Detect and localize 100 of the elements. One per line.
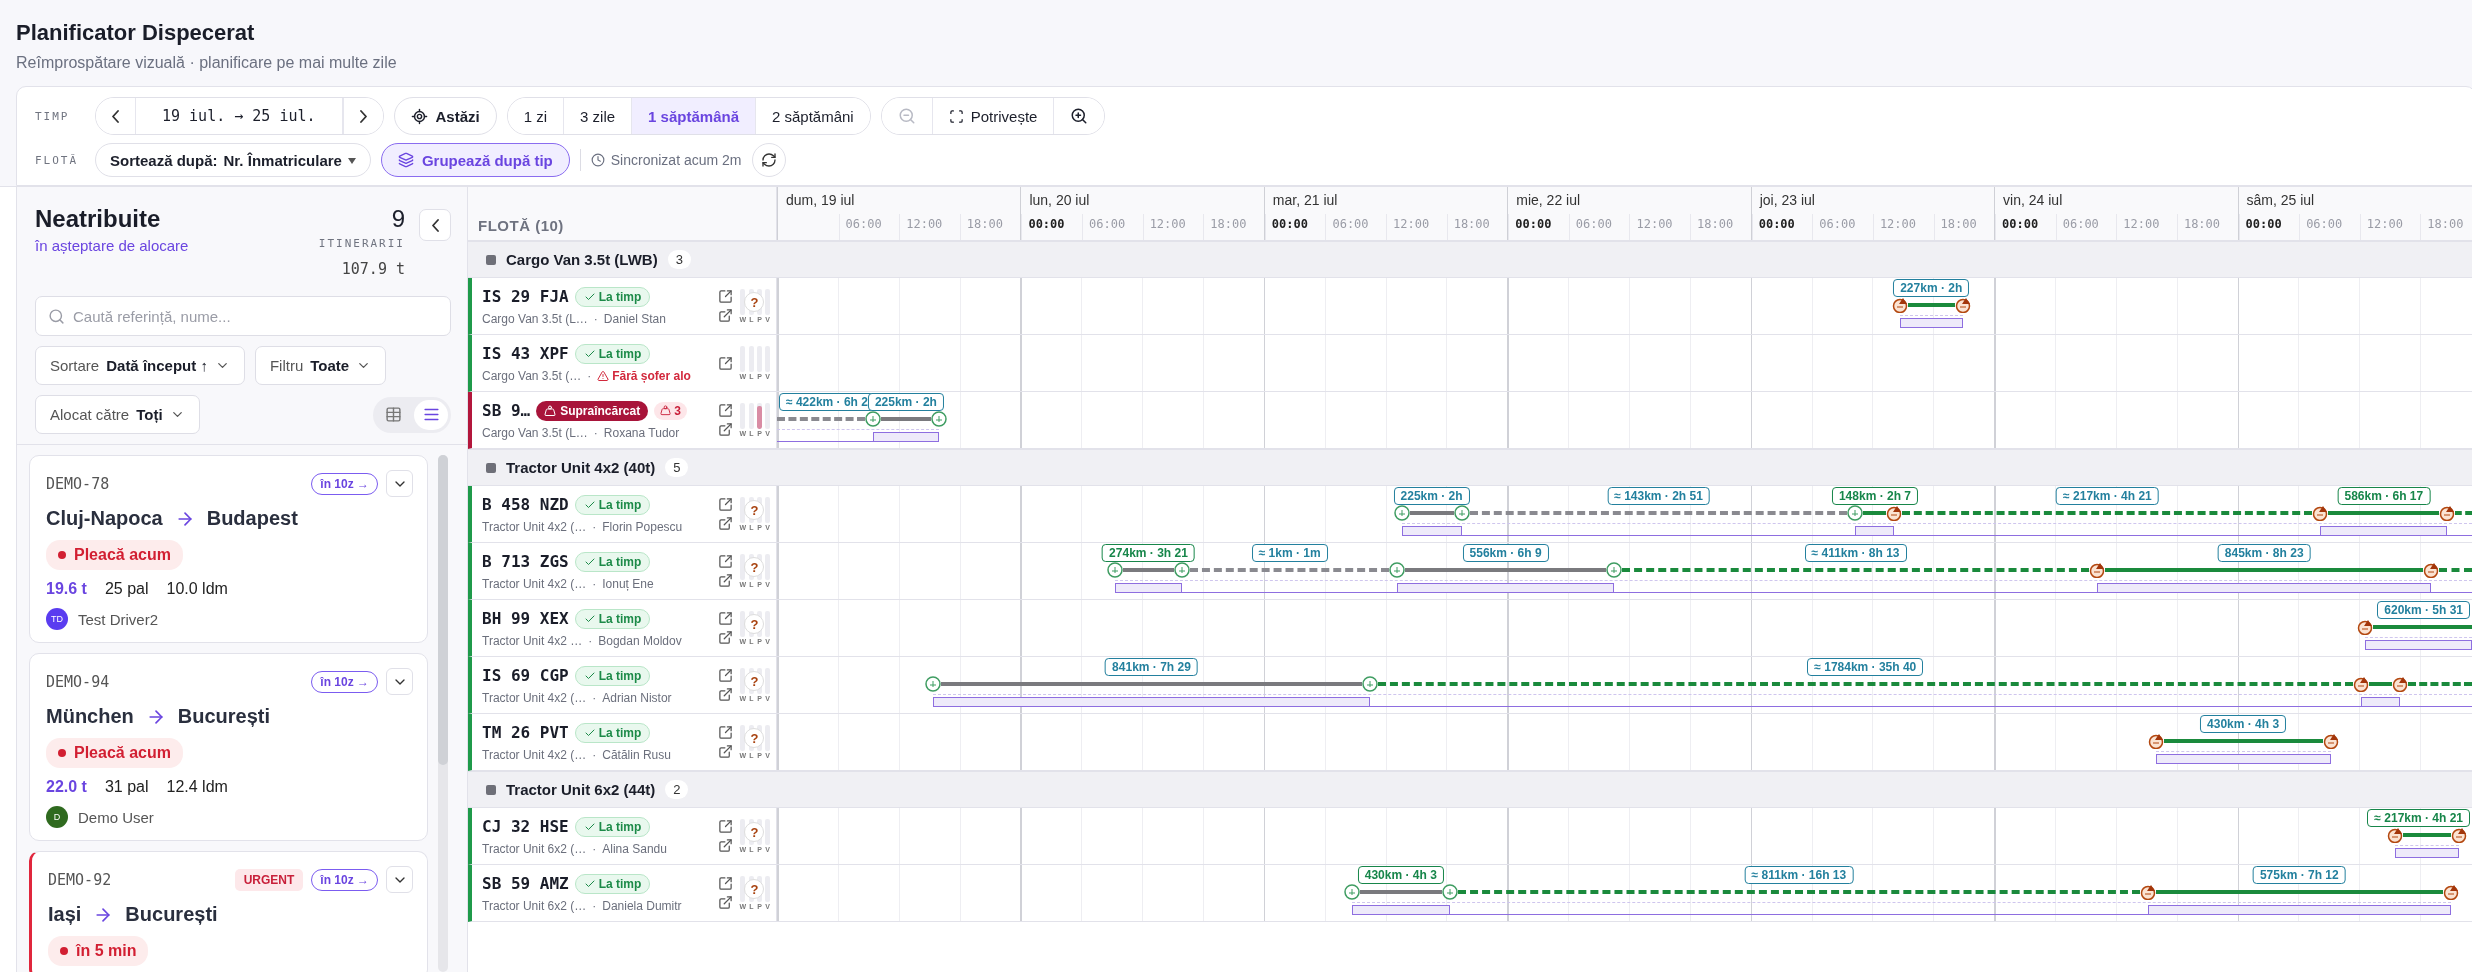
vehicle-link-icon[interactable] bbox=[718, 668, 734, 683]
span-tab[interactable]: 1 săptămână bbox=[631, 98, 755, 134]
page-title: Planificator Dispecerat bbox=[16, 20, 256, 46]
stop-marker[interactable] bbox=[931, 411, 948, 427]
transfer-line[interactable] bbox=[1457, 890, 2140, 894]
day-label: mar, 21 iul bbox=[1271, 191, 1339, 210]
driver-link-icon[interactable] bbox=[718, 516, 734, 531]
stop-marker[interactable] bbox=[1173, 562, 1190, 578]
zoom-in-button[interactable] bbox=[1053, 98, 1105, 134]
driver-link-icon[interactable] bbox=[718, 573, 734, 588]
vehicle-link-icon[interactable] bbox=[718, 355, 734, 371]
warning-stop-marker[interactable] bbox=[2322, 733, 2339, 749]
transfer-line[interactable] bbox=[2439, 568, 2472, 572]
transfer-line[interactable] bbox=[1469, 511, 1848, 515]
warning-stop-marker[interactable] bbox=[2089, 562, 2106, 578]
transfer-line[interactable] bbox=[1189, 568, 1390, 572]
warning-stop-marker[interactable] bbox=[2423, 562, 2440, 578]
hour-tick: 00:00 bbox=[2238, 214, 2300, 240]
vehicle-group-header[interactable]: Tractor Unit 6x2 (44t) 2 bbox=[468, 771, 2472, 808]
stop-marker[interactable] bbox=[1847, 505, 1864, 521]
group-icon bbox=[486, 784, 496, 795]
warning-stop-marker[interactable] bbox=[2439, 505, 2456, 521]
transfer-line[interactable] bbox=[1902, 511, 2313, 515]
warning-stop-marker[interactable] bbox=[2147, 733, 2164, 749]
filter-dropdown[interactable]: Alocat către Toți bbox=[35, 395, 200, 434]
vehicle-link-icon[interactable] bbox=[718, 876, 734, 891]
stop-marker[interactable] bbox=[1361, 676, 1378, 692]
vehicle-type: Tractor Unit 4x2 (… bbox=[482, 519, 587, 534]
expand-button[interactable] bbox=[386, 470, 413, 497]
vehicle-link-icon[interactable] bbox=[718, 611, 734, 626]
departure-status: Pleacă acum bbox=[46, 540, 183, 570]
zoom-in-icon bbox=[1070, 107, 1089, 125]
warning-stop-marker[interactable] bbox=[2353, 676, 2369, 692]
vehicle-link-icon[interactable] bbox=[718, 289, 734, 304]
warning-stop-marker[interactable] bbox=[1891, 297, 1908, 313]
vehicle-link-icon[interactable] bbox=[718, 497, 734, 512]
warning-stop-marker[interactable] bbox=[2357, 619, 2374, 635]
transfer-line[interactable] bbox=[1621, 568, 2090, 572]
panel-title: Neatribuite bbox=[35, 205, 162, 233]
stop-marker[interactable] bbox=[925, 676, 942, 692]
stop-marker[interactable] bbox=[1393, 505, 1410, 521]
transfer-line[interactable] bbox=[2407, 682, 2472, 686]
refresh-button[interactable] bbox=[751, 143, 786, 177]
warning-stop-marker[interactable] bbox=[2386, 827, 2403, 843]
overloaded-badge: Supraîncărcat bbox=[536, 400, 649, 421]
collapse-button[interactable] bbox=[419, 209, 451, 241]
stop-marker[interactable] bbox=[1605, 562, 1622, 578]
driver-link-icon[interactable] bbox=[718, 687, 734, 702]
eta-badge[interactable]: în 10z → bbox=[311, 868, 378, 891]
expand-button[interactable] bbox=[386, 866, 413, 893]
expand-button[interactable] bbox=[386, 668, 413, 695]
driver-name: Roxana Tudor bbox=[603, 425, 680, 440]
driver-link-icon[interactable] bbox=[718, 308, 734, 323]
warning-stop-marker[interactable] bbox=[2312, 505, 2329, 521]
today-button[interactable]: Astăzi bbox=[393, 97, 497, 135]
scrollbar[interactable] bbox=[438, 455, 448, 972]
list-view-button[interactable] bbox=[414, 399, 448, 430]
warning-stop-marker[interactable] bbox=[1954, 297, 1971, 313]
warning-stop-marker[interactable] bbox=[1886, 505, 1903, 521]
search-input[interactable]: Caută referință, nume... bbox=[73, 297, 438, 335]
unknown-marker: ? bbox=[744, 822, 765, 842]
search-field[interactable]: Caută referință, nume... bbox=[35, 296, 451, 336]
sort-select[interactable]: Sortează după: Nr. Înmatriculare bbox=[95, 143, 371, 177]
vehicle-link-icon[interactable] bbox=[718, 403, 734, 418]
next-button[interactable] bbox=[342, 98, 383, 134]
eta-badge[interactable]: în 10z → bbox=[311, 472, 378, 495]
transfer-line[interactable] bbox=[2455, 511, 2472, 515]
route-label: 575km · 7h 12 bbox=[2252, 866, 2346, 884]
stop-marker[interactable] bbox=[1441, 884, 1458, 900]
filter-dropdown[interactable]: Filtru Toate bbox=[254, 346, 387, 385]
filter-dropdown[interactable]: Sortare Dată început ↑ bbox=[35, 346, 245, 385]
vehicle-link-icon[interactable] bbox=[718, 554, 734, 569]
driver-link-icon[interactable] bbox=[718, 895, 734, 910]
stop-marker[interactable] bbox=[864, 411, 881, 427]
driver-link-icon[interactable] bbox=[718, 744, 734, 759]
driver-link-icon[interactable] bbox=[718, 630, 734, 645]
route-label: 274km · 3h 21 bbox=[1102, 544, 1195, 562]
stop-marker[interactable] bbox=[1389, 562, 1406, 578]
warning-stop-marker[interactable] bbox=[2391, 676, 2408, 692]
driver-link-icon[interactable] bbox=[718, 838, 734, 853]
warning-stop-marker[interactable] bbox=[2442, 884, 2459, 900]
vehicle-group-header[interactable]: Cargo Van 3.5t (LWB) 3 bbox=[468, 241, 2472, 278]
load-bar bbox=[2361, 697, 2400, 706]
transfer-line[interactable] bbox=[1377, 682, 2353, 686]
vehicle-link-icon[interactable] bbox=[718, 819, 734, 834]
trip-card[interactable]: DEMO-92 URGENT în 10z → Iași București în 5 min bbox=[29, 851, 428, 972]
trip-card[interactable]: DEMO-94 în 10z → München București Pleacă acum 22.0 t 31 pal 12.4 ldm D Demo User bbox=[29, 653, 428, 841]
stop-marker[interactable] bbox=[1107, 562, 1124, 578]
warning-stop-marker[interactable] bbox=[2140, 884, 2156, 900]
transfer-line[interactable] bbox=[777, 417, 865, 421]
trip-card[interactable]: DEMO-78 în 10z → Cluj-Napoca Budapest Pleacă acum 19.6 t 25 pal 10.0 ldm TD Test Driver2 bbox=[29, 455, 428, 643]
driver-link-icon[interactable] bbox=[718, 422, 734, 437]
warning-stop-marker[interactable] bbox=[2451, 827, 2467, 843]
group-by-type-toggle[interactable]: Grupează după tip bbox=[380, 143, 570, 177]
vehicle-link-icon[interactable] bbox=[718, 725, 734, 740]
vehicle-group-header[interactable]: Tractor Unit 4x2 (40t) 5 bbox=[468, 449, 2472, 486]
eta-badge[interactable]: în 10z → bbox=[311, 670, 378, 693]
span-tab[interactable]: 2 săptămâni bbox=[755, 98, 870, 134]
stop-marker[interactable] bbox=[1343, 884, 1360, 900]
stop-marker[interactable] bbox=[1453, 505, 1470, 521]
